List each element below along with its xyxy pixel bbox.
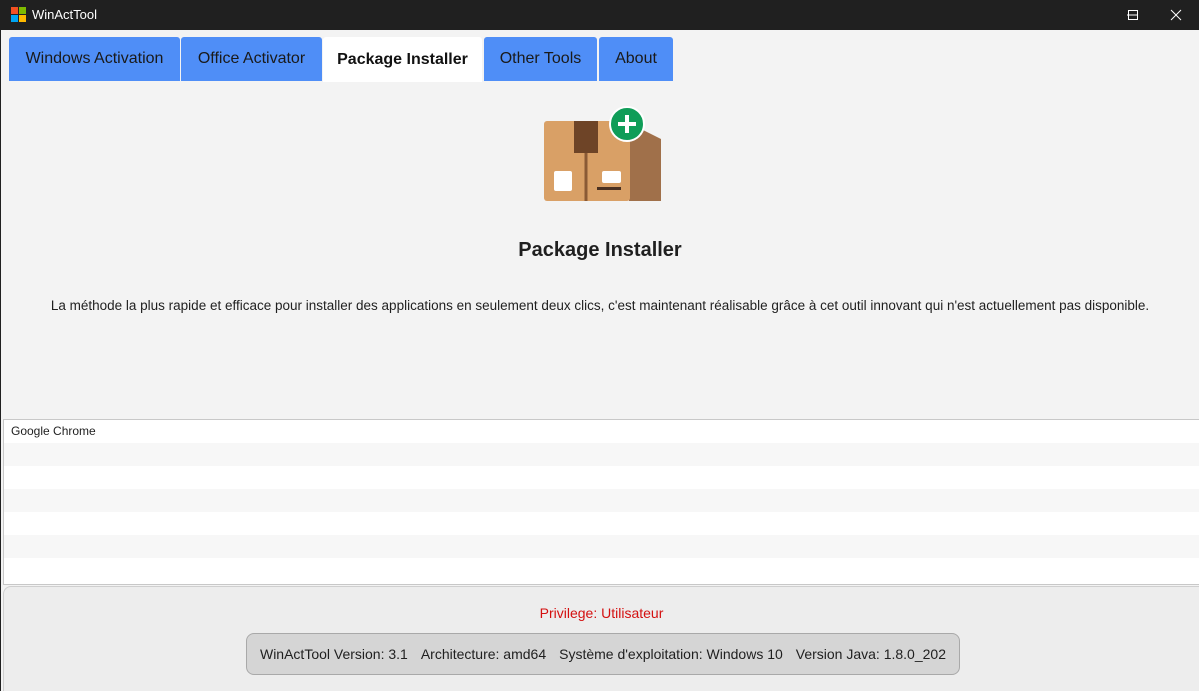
app-client-area: Windows Activation Office Activator Pack… xyxy=(1,30,1199,691)
tab-windows-activation[interactable]: Windows Activation xyxy=(9,37,180,81)
tab-office-activator[interactable]: Office Activator xyxy=(181,37,322,81)
package-box-plus-icon xyxy=(544,106,661,201)
maximize-button[interactable] xyxy=(1110,0,1156,30)
java-info: Version Java: 1.8.0_202 xyxy=(795,646,946,662)
tab-other-tools[interactable]: Other Tools xyxy=(484,37,597,81)
list-item[interactable]: Google Chrome xyxy=(4,420,1199,443)
tab-package-installer[interactable]: Package Installer xyxy=(323,37,482,82)
list-item-empty xyxy=(4,443,1199,466)
package-list[interactable]: Google Chrome xyxy=(3,419,1199,585)
tab-about[interactable]: About xyxy=(599,37,673,81)
close-icon xyxy=(1170,9,1182,21)
status-footer: Privilege: Utilisateur WinActTool Versio… xyxy=(3,586,1199,691)
architecture-info: Architecture: amd64 xyxy=(420,646,547,662)
close-button[interactable] xyxy=(1153,0,1199,30)
list-item-empty xyxy=(4,489,1199,512)
os-info: Système d'exploitation: Windows 10 xyxy=(559,646,783,662)
list-item-empty xyxy=(4,535,1199,558)
window-title: WinActTool xyxy=(32,7,98,22)
maximize-icon xyxy=(1128,10,1138,20)
page-description: La méthode la plus rapide et efficace po… xyxy=(50,298,1150,313)
list-item-empty xyxy=(4,466,1199,489)
list-item-empty xyxy=(4,512,1199,535)
title-bar[interactable]: WinActTool xyxy=(0,0,1199,30)
system-info-box: WinActTool Version: 3.1 Architecture: am… xyxy=(246,633,960,675)
version-info: WinActTool Version: 3.1 xyxy=(259,646,408,662)
windows-logo-icon xyxy=(11,7,26,22)
privilege-label: Privilege: Utilisateur xyxy=(539,605,664,621)
list-item-empty xyxy=(4,558,1199,581)
page-title: Package Installer xyxy=(518,239,682,261)
